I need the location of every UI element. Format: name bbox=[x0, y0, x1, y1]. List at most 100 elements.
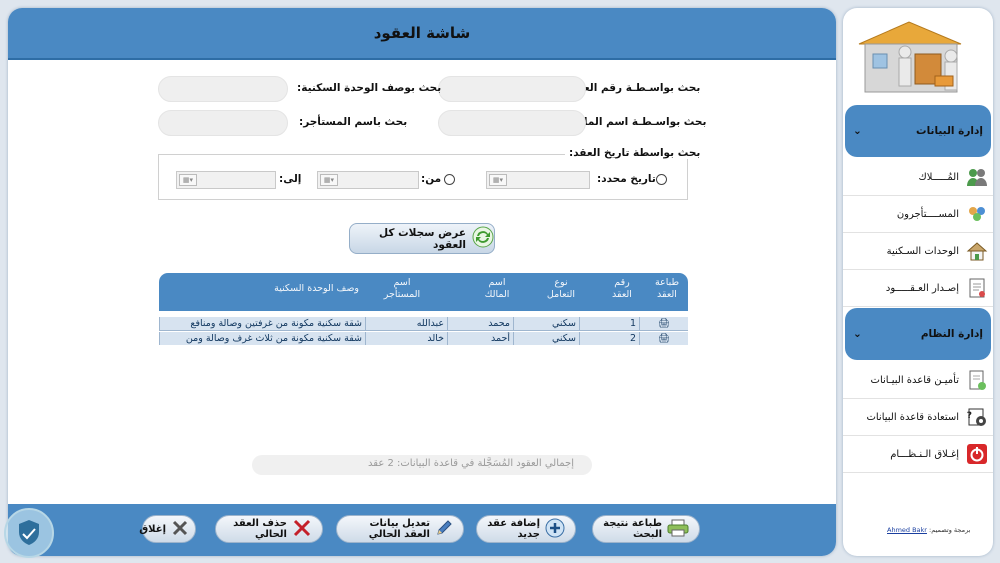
date-search-group: بحث بواسطة تاريخ العقد: تاريخ محدد: ▦▾ م… bbox=[158, 147, 705, 200]
col-print-header[interactable]: طباعة العقد bbox=[649, 277, 685, 301]
tenant-cell: خالد bbox=[365, 332, 447, 345]
sidebar-item-label: إغـلاق الـنـظـــام bbox=[890, 448, 959, 460]
total-contracts-label: إجمالي العقود المُسَجَّلة في قاعدة البيا… bbox=[252, 455, 592, 475]
calendar-dropdown-icon[interactable]: ▦▾ bbox=[179, 174, 197, 186]
svg-text:?: ? bbox=[967, 411, 972, 421]
delete-x-icon bbox=[292, 518, 312, 541]
chevron-down-icon: ⌄ bbox=[853, 328, 862, 340]
sidebar-item-exit[interactable]: إغـلاق الـنـظـــام bbox=[843, 436, 993, 473]
contract-no-cell: 1 bbox=[579, 317, 639, 331]
print-results-label: طباعة نتيجة البحث bbox=[603, 518, 662, 540]
sidebar-item-label: تأميـن قاعدة البيـانات bbox=[870, 374, 959, 386]
sidebar-item-backup[interactable]: تأميـن قاعدة البيـانات bbox=[843, 362, 993, 399]
window-header: شاشة العقود bbox=[8, 8, 836, 60]
add-icon bbox=[545, 518, 565, 541]
unit-desc-field[interactable] bbox=[158, 76, 288, 102]
owner-cell: محمد bbox=[447, 317, 513, 331]
print-row-icon[interactable]: 🖨 bbox=[639, 317, 688, 331]
refresh-icon bbox=[472, 226, 494, 251]
sidebar-item-contracts[interactable]: إصـدار العـقـــــود bbox=[843, 270, 993, 307]
credit-prefix: برمجة وتصميم: bbox=[929, 526, 971, 534]
calendar-dropdown-icon[interactable]: ▦▾ bbox=[320, 174, 338, 186]
system-management-section[interactable]: إدارة النظام ⌄ bbox=[845, 308, 991, 360]
pencil-icon bbox=[435, 519, 453, 540]
table-row[interactable]: 🖨 2 سكني أحمد خالد شقة سكنية مكونة من ثل… bbox=[159, 332, 688, 345]
sidebar-item-label: إصـدار العـقـــــود bbox=[885, 282, 959, 294]
people-icon bbox=[965, 202, 989, 226]
contracts-grid: طباعة العقد رقم العقد نوع التعامل اسم ال… bbox=[159, 273, 688, 345]
data-section-label: إدارة البيانات bbox=[916, 125, 983, 137]
col-contract-no-header[interactable]: رقم العقد bbox=[607, 277, 637, 301]
owner-field[interactable] bbox=[438, 110, 586, 136]
tenant-cell: عبدالله bbox=[365, 317, 447, 331]
system-section-label: إدارة النظام bbox=[920, 328, 983, 340]
edit-contract-label: تعديل بيانات العقد الحالي bbox=[368, 518, 430, 540]
to-label: إلى: bbox=[279, 173, 302, 185]
users-icon bbox=[965, 165, 989, 189]
tenant-field[interactable] bbox=[158, 110, 288, 136]
owner-cell: أحمد bbox=[447, 332, 513, 345]
date-group-label: بحث بواسطة تاريخ العقد: bbox=[565, 147, 705, 159]
document-icon bbox=[965, 276, 989, 300]
footer-toolbar: طباعة نتيجة البحث إضافة عقد جديد تعديل ب… bbox=[8, 504, 836, 556]
tenant-label: بحث باسم المستأجر: bbox=[299, 116, 408, 128]
print-results-button[interactable]: طباعة نتيجة البحث bbox=[592, 515, 700, 543]
page-title: شاشة العقود bbox=[373, 24, 471, 42]
house-icon bbox=[965, 239, 989, 263]
show-all-label: عرض سجلات كل العقود bbox=[378, 226, 466, 251]
table-row[interactable]: 🖨 1 سكني محمد عبدالله شقة سكنية مكونة من… bbox=[159, 317, 688, 331]
restore-gear-icon: ? bbox=[965, 405, 989, 429]
col-type-header[interactable]: نوع التعامل bbox=[541, 277, 581, 301]
house-logo bbox=[851, 16, 967, 98]
power-icon bbox=[965, 442, 989, 466]
sidebar-item-label: المُـــــلاك bbox=[918, 171, 959, 183]
contracts-window: شاشة العقود بحث بواسـطـة رقم العقد: بحث … bbox=[8, 8, 836, 556]
show-all-contracts-button[interactable]: عرض سجلات كل العقود bbox=[349, 223, 495, 254]
specific-date-picker[interactable]: ▦▾ bbox=[486, 171, 590, 189]
to-date-picker[interactable]: ▦▾ bbox=[176, 171, 276, 189]
calendar-dropdown-icon[interactable]: ▦▾ bbox=[489, 174, 507, 186]
grid-header: طباعة العقد رقم العقد نوع التعامل اسم ال… bbox=[159, 273, 688, 311]
from-date-picker[interactable]: ▦▾ bbox=[317, 171, 419, 189]
owner-label: بحث بواسـطـة اسم المالك: bbox=[566, 116, 707, 128]
add-contract-button[interactable]: إضافة عقد جديد bbox=[476, 515, 576, 543]
delete-contract-button[interactable]: حذف العقد الحالي bbox=[215, 515, 323, 543]
data-management-section[interactable]: إدارة البيانات ⌄ bbox=[845, 105, 991, 157]
chevron-down-icon: ⌄ bbox=[853, 125, 862, 137]
sidebar-item-units[interactable]: الوحدات السـكنية bbox=[843, 233, 993, 270]
from-label: من: bbox=[421, 173, 442, 185]
specific-date-radio[interactable] bbox=[656, 174, 667, 185]
unit-desc-label: بحث بوصف الوحدة السكنية: bbox=[297, 82, 442, 94]
print-row-icon[interactable]: 🖨 bbox=[639, 332, 688, 345]
description-cell: شقة سكنية مكونة من ثلاث غرف وصالة ومن bbox=[159, 332, 365, 345]
sidebar-item-restore[interactable]: ? استعادة قاعدة البيانات bbox=[843, 399, 993, 436]
printer-icon bbox=[667, 519, 689, 540]
close-tools-icon bbox=[171, 519, 189, 540]
credit-line: برمجة وتصميم: Ahmed Bakr bbox=[887, 526, 971, 534]
sidebar-item-label: استعادة قاعدة البيانات bbox=[866, 411, 959, 423]
shield-watermark-icon bbox=[4, 508, 54, 558]
type-cell: سكني bbox=[513, 332, 579, 345]
delete-contract-label: حذف العقد الحالي bbox=[233, 518, 287, 540]
add-contract-label: إضافة عقد جديد bbox=[487, 518, 540, 540]
col-description-header[interactable]: وصف الوحدة السكنية bbox=[179, 277, 359, 295]
contract-no-field[interactable] bbox=[438, 76, 586, 102]
specific-date-label: تاريخ محدد: bbox=[597, 173, 656, 185]
sidebar-item-label: الوحدات السـكنية bbox=[886, 245, 959, 257]
contract-no-label: بحث بواسـطـة رقم العقد: bbox=[566, 82, 701, 94]
sidebar: إدارة البيانات ⌄ المُـــــلاك المســــتأ… bbox=[843, 8, 993, 556]
credit-name-link[interactable]: Ahmed Bakr bbox=[887, 526, 927, 534]
from-date-radio[interactable] bbox=[444, 174, 455, 185]
sidebar-item-label: المســــتأجرون bbox=[896, 208, 959, 220]
col-tenant-header[interactable]: اسم المستأجر bbox=[377, 277, 427, 301]
sidebar-item-tenants[interactable]: المســــتأجرون bbox=[843, 196, 993, 233]
sidebar-item-owners[interactable]: المُـــــلاك bbox=[843, 159, 993, 196]
contract-no-cell: 2 bbox=[579, 332, 639, 345]
close-button[interactable]: إغلاق bbox=[139, 515, 196, 543]
edit-contract-button[interactable]: تعديل بيانات العقد الحالي bbox=[336, 515, 464, 543]
close-label: إغلاق bbox=[139, 523, 166, 535]
backup-file-icon bbox=[965, 368, 989, 392]
col-owner-header[interactable]: اسم المالك bbox=[477, 277, 517, 301]
type-cell: سكني bbox=[513, 317, 579, 331]
description-cell: شقة سكنية مكونة من غرفتين وصالة ومنافع bbox=[159, 317, 365, 331]
